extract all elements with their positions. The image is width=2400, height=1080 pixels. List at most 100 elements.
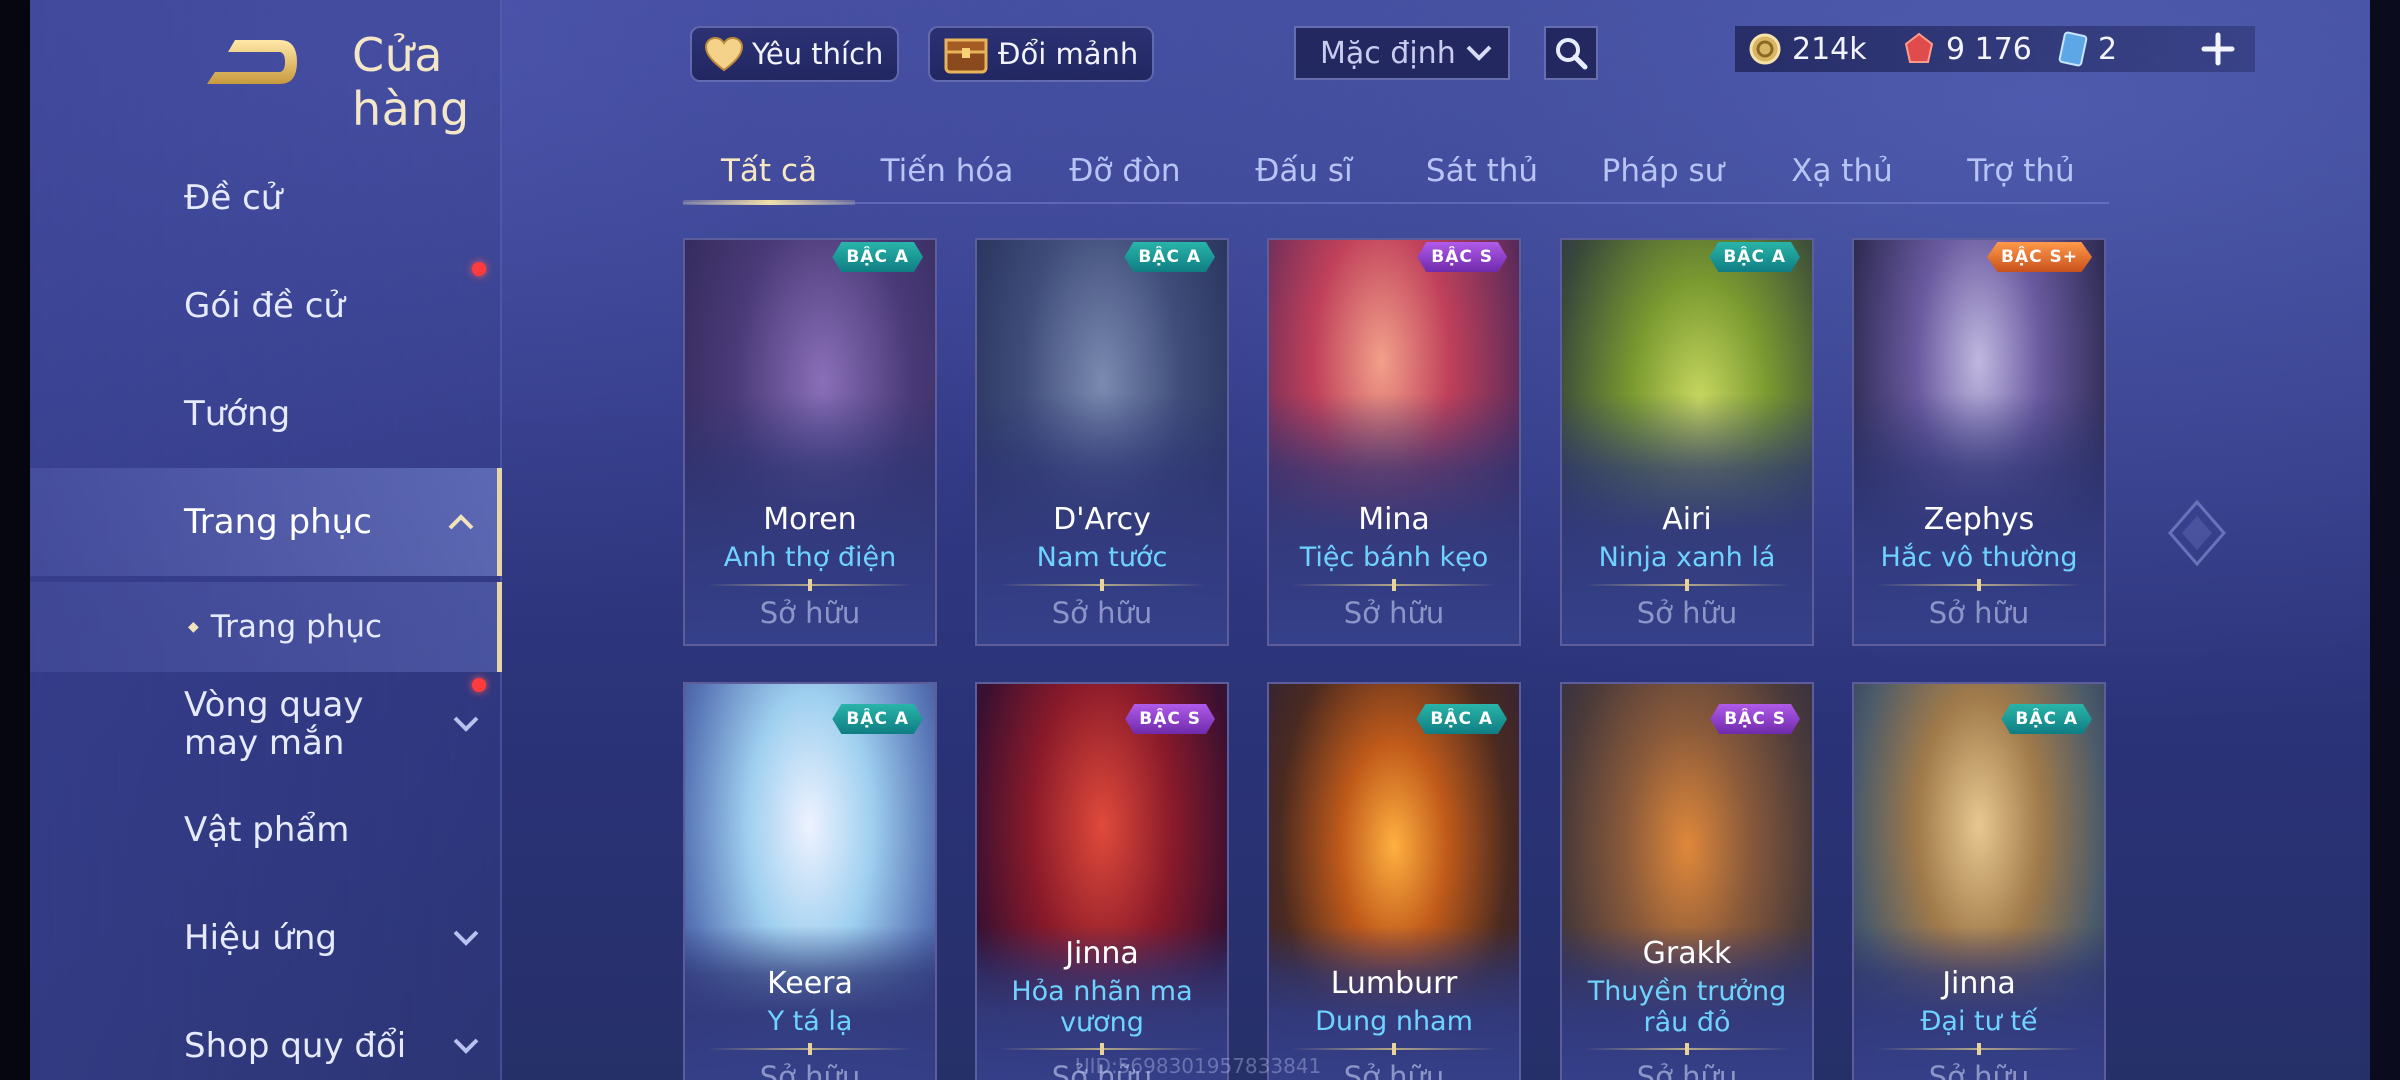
skin-name: Thuyền trưởng râu đỏ [1587, 976, 1787, 1038]
skin-card-mina[interactable]: BẬC S Mina Tiệc bánh kẹo Sở hữu [1267, 238, 1521, 646]
sidebar-item-skins[interactable]: Trang phục [30, 468, 502, 576]
hero-name: Mina [1358, 502, 1430, 537]
card-divider [1291, 1048, 1497, 1050]
tab-evolution[interactable]: Tiến hóa [863, 140, 1031, 202]
owned-status: Sở hữu [1343, 596, 1445, 630]
uid-watermark: UID:5698301957833841 [1075, 1054, 1322, 1078]
hero-name: Grakk [1642, 936, 1732, 971]
skin-name: Hỏa nhãn ma vương [1011, 976, 1193, 1038]
skin-card-keera[interactable]: BẬC A Keera Y tá lạ Sở hữu [683, 682, 937, 1080]
plus-icon [2201, 32, 2235, 66]
sidebar-item-heroes[interactable]: Tướng [30, 360, 502, 468]
card-divider [1291, 584, 1497, 586]
sidebar-item-exchange-shop[interactable]: Shop quy đổi [30, 992, 502, 1080]
tier-badge: BẬC A [1709, 242, 1800, 272]
role-tabs: Tất cả Tiến hóa Đỡ đòn Đấu sĩ Sát thủ Ph… [683, 140, 2109, 205]
skin-name: Ninja xanh lá [1598, 542, 1776, 573]
tab-fighter[interactable]: Đấu sĩ [1220, 140, 1388, 202]
sidebar-item-label: Hiệu ứng [184, 918, 337, 958]
sidebar-item-label: Tướng [184, 394, 291, 434]
card-divider [999, 1048, 1205, 1050]
card-shade [1854, 926, 2104, 1080]
screen-edge-right [2370, 0, 2400, 1080]
sidebar-item-effects[interactable]: Hiệu ứng [30, 884, 502, 992]
hero-name: Zephys [1923, 502, 2035, 537]
screen-edge-left [0, 0, 30, 1080]
hero-name: Airi [1662, 502, 1712, 537]
tier-badge: BẬC A [1416, 704, 1507, 734]
skin-card-grakk[interactable]: BẬC S Grakk Thuyền trưởng râu đỏ Sở hữu [1560, 682, 1814, 1080]
gold-coin-icon [1749, 33, 1781, 65]
owned-status: Sở hữu [759, 596, 861, 630]
diamond-emblem-icon [2168, 499, 2226, 567]
hero-name: Jinna [1065, 936, 1139, 971]
notification-dot [472, 678, 486, 692]
skin-card-darcy[interactable]: BẬC A D'Arcy Nam tước Sở hữu [975, 238, 1229, 646]
skin-name: Dung nham [1315, 1006, 1473, 1037]
notification-dot [472, 262, 486, 276]
owned-status: Sở hữu [1636, 1060, 1738, 1080]
tab-all[interactable]: Tất cả [683, 140, 855, 202]
hero-name: Keera [767, 966, 853, 1001]
skin-card-zephys[interactable]: BẬC S+ Zephys Hắc vô thường Sở hữu [1852, 238, 2106, 646]
sidebar-item-label: Vòng quay may mắn [184, 685, 364, 763]
search-button[interactable] [1544, 26, 1598, 80]
sidebar-item-label: Shop quy đổi [184, 1026, 407, 1066]
sidebar-item-label: Vật phẩm [184, 810, 350, 850]
tab-label: Trợ thủ [1967, 153, 2075, 189]
owned-status: Sở hữu [1928, 1060, 2030, 1080]
hero-name: Jinna [1942, 966, 2016, 1001]
active-tab-underline [683, 200, 855, 205]
sidebar: Cửa hàng Đề cử Gói đề cử Tướng Trang phụ… [30, 0, 502, 1080]
sort-dropdown[interactable]: Mặc định [1294, 26, 1510, 80]
skin-card-jinna-priest[interactable]: BẬC A Jinna Đại tư tế Sở hữu [1852, 682, 2106, 1080]
sidebar-item-recommended[interactable]: Đề cử [30, 144, 502, 252]
sidebar-item-lucky-spin[interactable]: Vòng quay may mắn [30, 670, 502, 778]
card-divider [707, 584, 913, 586]
favorites-button[interactable]: Yêu thích [690, 26, 900, 82]
owned-status: Sở hữu [1928, 596, 2030, 630]
skin-card-airi[interactable]: BẬC A Airi Ninja xanh lá Sở hữu [1560, 238, 1814, 646]
tab-assassin[interactable]: Sát thủ [1398, 140, 1566, 202]
skin-card-jinna-fire[interactable]: BẬC S Jinna Hỏa nhãn ma vương Sở hữu [975, 682, 1229, 1080]
skin-name: Tiệc bánh kẹo [1299, 542, 1489, 573]
card-divider [707, 1048, 913, 1050]
tab-tank[interactable]: Đỡ đòn [1041, 140, 1209, 202]
page-title: Cửa hàng [352, 28, 470, 136]
sidebar-subitem-skins[interactable]: ◆ Trang phục [30, 582, 502, 672]
sidebar-item-label: Gói đề cử [184, 286, 345, 326]
sidebar-item-recommended-bundles[interactable]: Gói đề cử [30, 252, 502, 360]
tab-label: Sát thủ [1425, 153, 1539, 189]
red-gem-icon [1904, 32, 1934, 63]
gold-amount: 214k [1792, 31, 1867, 67]
tier-badge: BẬC A [1124, 242, 1215, 272]
back-button[interactable] [185, 22, 315, 102]
tab-label: Pháp sư [1601, 153, 1725, 189]
skin-name: Hắc vô thường [1880, 542, 2078, 573]
back-arrow-icon [207, 40, 297, 84]
tab-mage[interactable]: Pháp sư [1577, 140, 1749, 202]
card-shade [685, 926, 935, 1080]
card-amount: 2 [2098, 31, 2118, 67]
tab-support[interactable]: Trợ thủ [1937, 140, 2105, 202]
tier-badge: BẬC A [832, 242, 923, 272]
sidebar-item-label: Trang phục [184, 502, 372, 542]
skin-card-lumburr[interactable]: BẬC A Lumburr Dung nham Sở hữu [1267, 682, 1521, 1080]
exchange-shards-button[interactable]: Đổi mảnh [928, 26, 1155, 82]
gem-amount: 9 176 [1946, 31, 2032, 67]
hero-name: Moren [763, 502, 857, 537]
chevron-down-icon [1466, 45, 1492, 61]
tier-badge: BẬC A [832, 704, 923, 734]
add-currency-button[interactable] [2193, 24, 2243, 74]
tab-marksman[interactable]: Xạ thủ [1758, 140, 1926, 202]
gem-currency: 9 176 [1902, 26, 2032, 72]
card-divider [1876, 584, 2082, 586]
sidebar-item-items[interactable]: Vật phẩm [30, 776, 502, 884]
tab-label: Xạ thủ [1791, 153, 1893, 189]
chevron-down-icon [450, 1030, 482, 1062]
card-divider [1584, 1048, 1790, 1050]
treasure-chest-icon [944, 38, 988, 74]
card-divider [1584, 584, 1790, 586]
tier-badge: BẬC S [1125, 704, 1215, 734]
skin-card-moren[interactable]: BẬC A Moren Anh thợ điện Sở hữu [683, 238, 937, 646]
